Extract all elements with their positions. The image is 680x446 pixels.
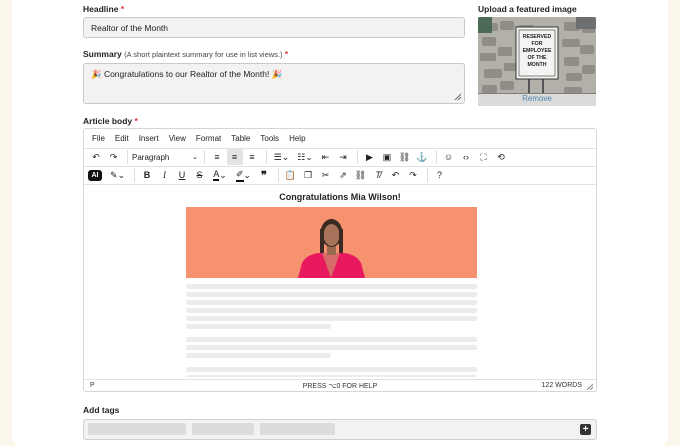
text-placeholder bbox=[186, 324, 331, 329]
unlink-icon[interactable]: ⛓ bbox=[353, 167, 369, 183]
fullscreen-icon[interactable]: ⛶ bbox=[476, 149, 492, 165]
person-photo bbox=[186, 207, 477, 278]
editor-toolbar-row-1: ↶ ↷ Paragraph ⌄ ≡ ≡ ≡ ☰⌄ ☷⌄ ⇤ ⇥ ▶ ▣ ⛓ ⚓ ☺… bbox=[88, 148, 511, 166]
menu-insert[interactable]: Insert bbox=[139, 134, 159, 143]
sign-text-line: EMPLOYEE bbox=[523, 48, 552, 54]
open-link-icon[interactable]: ⇗ bbox=[335, 167, 351, 183]
divider bbox=[127, 150, 128, 164]
code-icon[interactable]: ‹› bbox=[458, 149, 474, 165]
summary-label: Summary (A short plaintext summary for u… bbox=[83, 49, 289, 59]
editor-menubar: File Edit Insert View Format Table Tools… bbox=[92, 134, 316, 143]
tag-chip[interactable] bbox=[192, 423, 254, 435]
media-icon[interactable]: ▶ bbox=[362, 149, 378, 165]
text-placeholder bbox=[186, 353, 331, 358]
numbered-list-icon[interactable]: ☷⌄ bbox=[294, 149, 316, 165]
text-placeholder bbox=[186, 292, 477, 297]
image-icon[interactable]: ▣ bbox=[379, 149, 395, 165]
sign-text-line: MONTH bbox=[527, 62, 546, 68]
text-placeholder bbox=[186, 345, 477, 350]
sign-text-line: RESERVED bbox=[523, 34, 552, 40]
history-icon[interactable]: ⟲ bbox=[493, 149, 509, 165]
divider bbox=[265, 150, 267, 164]
tags-input[interactable]: + bbox=[83, 419, 597, 440]
clear-formatting-icon[interactable]: T̸ bbox=[370, 167, 386, 183]
menu-file[interactable]: File bbox=[92, 134, 105, 143]
undo-icon[interactable]: ↶ bbox=[88, 149, 104, 165]
summary-textarea[interactable]: 🎉 Congratulations to our Realtor of the … bbox=[83, 63, 465, 104]
editor-toolbar-row-2: AI ✎⌄ B I U S A ⌄ ✐ ⌄ ❞ 📋 ❐ ✂ ⇗ ⛓ T̸ ↶ ↷ ? bbox=[88, 166, 449, 184]
undo-icon[interactable]: ↶ bbox=[388, 167, 404, 183]
rich-text-editor: File Edit Insert View Format Table Tools… bbox=[83, 128, 597, 392]
tag-chip[interactable] bbox=[260, 423, 335, 435]
divider bbox=[435, 150, 437, 164]
featured-image-thumbnail[interactable]: RESERVED FOR EMPLOYEE OF THE MONTH Remov… bbox=[478, 17, 596, 106]
divider bbox=[84, 379, 596, 380]
divider bbox=[84, 184, 596, 185]
cut-icon[interactable]: ✂ bbox=[318, 167, 334, 183]
resize-handle-icon[interactable] bbox=[586, 383, 593, 390]
emoji-icon[interactable]: ☺ bbox=[441, 149, 457, 165]
bold-icon[interactable]: B bbox=[139, 167, 155, 183]
help-icon[interactable]: ? bbox=[432, 167, 448, 183]
bullet-list-icon[interactable]: ☰⌄ bbox=[271, 149, 293, 165]
tag-chip[interactable] bbox=[88, 423, 186, 435]
redo-icon[interactable]: ↷ bbox=[106, 149, 122, 165]
text-placeholder bbox=[186, 284, 477, 289]
indent-icon[interactable]: ⇥ bbox=[335, 149, 351, 165]
word-count[interactable]: 122 WORDS bbox=[542, 382, 582, 389]
menu-format[interactable]: Format bbox=[196, 134, 221, 143]
sign-text-line: OF THE bbox=[527, 55, 547, 61]
link-icon[interactable]: ⛓ bbox=[397, 149, 413, 165]
featured-image-label: Upload a featured image bbox=[478, 4, 577, 14]
article-form: Headline * Realtor of the Month Summary … bbox=[12, 0, 668, 446]
chevron-down-icon: ⌄ bbox=[192, 154, 198, 161]
text-placeholder bbox=[186, 300, 477, 305]
outdent-icon[interactable]: ⇤ bbox=[318, 149, 334, 165]
menu-table[interactable]: Table bbox=[231, 134, 250, 143]
resize-handle-icon[interactable] bbox=[454, 93, 461, 100]
featured-image: RESERVED FOR EMPLOYEE OF THE MONTH bbox=[478, 17, 596, 106]
redo-icon[interactable]: ↷ bbox=[405, 167, 421, 183]
magic-wand-icon[interactable]: ✎⌄ bbox=[107, 167, 129, 183]
anchor-icon[interactable]: ⚓ bbox=[414, 149, 430, 165]
text-color-icon[interactable]: A ⌄ bbox=[209, 167, 231, 183]
paste-icon[interactable]: 📋 bbox=[283, 167, 299, 183]
text-placeholder bbox=[186, 367, 477, 372]
align-center-icon[interactable]: ≡ bbox=[226, 149, 243, 165]
align-right-icon[interactable]: ≡ bbox=[244, 149, 260, 165]
editor-content[interactable]: Congratulations Mia Wilson! bbox=[84, 187, 596, 377]
menu-edit[interactable]: Edit bbox=[115, 134, 129, 143]
content-heading: Congratulations Mia Wilson! bbox=[279, 192, 401, 202]
text-placeholder bbox=[186, 308, 477, 313]
article-body-label: Article body * bbox=[83, 116, 138, 126]
divider bbox=[134, 168, 135, 182]
divider bbox=[356, 150, 358, 164]
align-left-icon[interactable]: ≡ bbox=[209, 149, 225, 165]
underline-icon[interactable]: U bbox=[174, 167, 190, 183]
menu-view[interactable]: View bbox=[169, 134, 186, 143]
italic-icon[interactable]: I bbox=[157, 167, 173, 183]
help-shortcut-hint: PRESS ⌥0 FOR HELP bbox=[302, 383, 378, 390]
tags-label: Add tags bbox=[83, 405, 120, 415]
divider bbox=[204, 150, 205, 164]
text-placeholder bbox=[186, 316, 477, 321]
ai-assistant-button[interactable]: AI bbox=[88, 169, 102, 181]
sign-text-line: FOR bbox=[532, 41, 543, 47]
strikethrough-icon[interactable]: S bbox=[192, 167, 208, 183]
featured-photo bbox=[186, 207, 477, 278]
text-placeholder bbox=[186, 337, 477, 342]
divider bbox=[277, 168, 279, 182]
menu-tools[interactable]: Tools bbox=[260, 134, 279, 143]
divider bbox=[426, 168, 428, 182]
text-placeholder bbox=[186, 375, 477, 377]
copy-icon[interactable]: ❐ bbox=[300, 167, 316, 183]
menu-help[interactable]: Help bbox=[289, 134, 305, 143]
headline-input[interactable]: Realtor of the Month bbox=[83, 17, 465, 38]
highlight-icon[interactable]: ✐ ⌄ bbox=[233, 167, 255, 183]
add-tag-icon[interactable]: + bbox=[580, 424, 591, 435]
remove-image-button[interactable]: Remove bbox=[478, 94, 596, 103]
headline-label: Headline * bbox=[83, 4, 125, 14]
blockquote-icon[interactable]: ❞ bbox=[256, 167, 272, 183]
block-format-select[interactable]: Paragraph ⌄ bbox=[132, 153, 200, 162]
